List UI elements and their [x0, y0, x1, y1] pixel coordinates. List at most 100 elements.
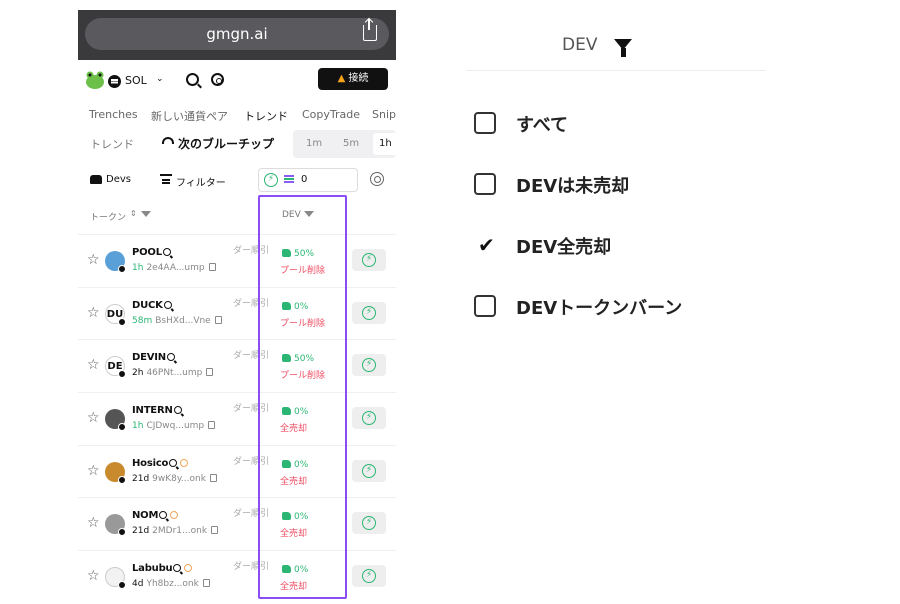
star-icon[interactable]: ☆ — [87, 464, 100, 478]
bolt-icon: ⚡ — [264, 173, 278, 187]
quick-buy-button[interactable]: ⚡ — [352, 407, 386, 430]
star-icon[interactable]: ☆ — [87, 306, 100, 320]
search-icon[interactable] — [166, 353, 175, 362]
timeframe-1h[interactable]: 1h — [373, 133, 396, 155]
dev-column-highlight — [258, 195, 347, 599]
gear-icon[interactable] — [211, 73, 224, 86]
copy-icon[interactable] — [202, 579, 210, 588]
col-token[interactable]: トークン — [90, 210, 126, 223]
token-symbol-text: Hosico — [132, 457, 169, 469]
star-icon[interactable]: ☆ — [87, 411, 100, 425]
table-row[interactable]: ☆ DE DEVIN 2h 46PNt...ump ダー順引 50% プール削除 ⚡ — [78, 339, 396, 392]
token-list: ☆ POOL 1h 2e4AA...ump ダー順引 50% プール削除 ⚡ ☆ DU DUCK 58… — [78, 234, 396, 603]
table-row[interactable]: ☆ INTERN 1h CJDwq...ump ダー順引 0% 全売却 ⚡ — [78, 392, 396, 445]
chain-selector[interactable]: SOL — [125, 74, 147, 87]
devs-toggle[interactable]: Devs — [106, 174, 131, 185]
timeframe-5m[interactable]: 5m — [343, 138, 359, 149]
search-icon[interactable] — [162, 248, 171, 256]
bolt-icon: ⚡ — [362, 569, 376, 584]
option-label: DEVは未売却 — [516, 176, 630, 197]
search-icon[interactable] — [186, 73, 199, 86]
token-symbol[interactable]: NOM — [132, 510, 179, 522]
frog-logo-icon[interactable] — [84, 70, 106, 90]
search-icon[interactable] — [159, 511, 168, 520]
checkbox[interactable] — [474, 112, 496, 134]
checkbox[interactable] — [474, 173, 496, 195]
address-bar[interactable]: gmgn.ai — [85, 18, 389, 50]
sub-nav: トレンド 次のブルーチップ 1m 5m 1h — [78, 130, 396, 158]
token-symbol[interactable]: Hosico — [132, 457, 189, 469]
tab-snipe[interactable]: Snip — [372, 108, 396, 121]
filter-button[interactable]: フィルター — [176, 174, 226, 189]
chain-badge-icon — [118, 581, 126, 590]
token-symbol-text: POOL — [132, 247, 162, 258]
option-label: DEVトークンバーン — [516, 298, 683, 319]
table-row[interactable]: ☆ Hosico 21d 9wK8y...onk ダー順引 0% 全売却 ⚡ — [78, 444, 396, 498]
devs-icon — [90, 175, 102, 184]
token-symbol-text: Labubu — [132, 563, 173, 575]
quickbuy-input[interactable]: ⚡ 0 — [258, 168, 358, 192]
tab-trenches[interactable]: Trenches — [89, 108, 138, 121]
chevron-down-icon[interactable]: ⌄ — [156, 74, 164, 84]
table-row[interactable]: ☆ POOL 1h 2e4AA...ump ダー順引 50% プール削除 ⚡ — [78, 234, 396, 287]
option-label: すべて — [516, 115, 569, 136]
token-address: 9wK8y...onk — [152, 473, 206, 484]
search-icon[interactable] — [169, 458, 178, 467]
connect-button[interactable]: ▲ 接続 — [318, 68, 388, 90]
copy-icon[interactable] — [211, 526, 219, 535]
token-filter-icon[interactable] — [141, 211, 151, 217]
star-icon[interactable]: ☆ — [87, 253, 100, 267]
subtab-bluechip[interactable]: 次のブルーチップ — [178, 135, 274, 152]
token-symbol[interactable]: INTERN — [132, 405, 182, 416]
copy-icon[interactable] — [208, 421, 216, 430]
sort-icon[interactable]: ⇕ — [130, 209, 137, 218]
search-icon[interactable] — [163, 300, 172, 309]
bolt-icon: ⚡ — [362, 253, 376, 267]
token-symbol[interactable]: Labubu — [132, 563, 193, 575]
quick-buy-button[interactable]: ⚡ — [352, 459, 386, 482]
token-age: 4d Yh8bz...onk — [132, 579, 210, 589]
copy-icon[interactable] — [208, 263, 216, 271]
star-icon[interactable]: ☆ — [87, 569, 100, 583]
star-icon[interactable]: ☆ — [87, 358, 100, 372]
checkbox[interactable] — [474, 295, 496, 317]
copy-icon[interactable] — [214, 315, 222, 324]
copy-icon[interactable] — [206, 368, 214, 377]
table-row[interactable]: ☆ Labubu 4d Yh8bz...onk ダー順引 0% 全売却 ⚡ — [78, 550, 396, 603]
copy-icon[interactable] — [209, 473, 217, 482]
quick-buy-button[interactable]: ⚡ — [352, 512, 386, 535]
token-address: 46PNt...ump — [146, 368, 203, 379]
token-symbol-text: NOM — [132, 510, 159, 522]
settings-icon[interactable] — [370, 172, 384, 186]
age-text: 21d — [132, 526, 150, 537]
timeframe-1m[interactable]: 1m — [306, 138, 322, 149]
star-icon[interactable]: ☆ — [87, 516, 100, 530]
tab-new-pairs[interactable]: 新しい通貨ペア — [151, 108, 228, 124]
main-tabs: Trenches 新しい通貨ペア トレンド CopyTrade Snip — [78, 106, 396, 124]
timeframe-selector: 1m 5m 1h — [293, 130, 396, 158]
filter-bar: Devs フィルター ⚡ 0 — [78, 168, 396, 194]
quick-buy-button[interactable]: ⚡ — [352, 301, 386, 324]
token-age: 21d 2MDr1...onk — [132, 526, 219, 537]
external-icon — [180, 458, 189, 467]
tab-copytrade[interactable]: CopyTrade — [302, 108, 360, 121]
table-row[interactable]: ☆ NOM 21d 2MDr1...onk ダー順引 0% 全売却 ⚡ — [78, 497, 396, 550]
chain-badge-icon — [118, 423, 126, 432]
subtab-trend[interactable]: トレンド — [90, 136, 134, 152]
token-symbol[interactable]: DEVIN — [132, 352, 175, 363]
token-age: 1h CJDwq...ump — [132, 421, 216, 431]
share-icon[interactable] — [363, 19, 377, 41]
age-text: 2h — [132, 368, 144, 379]
quick-buy-button[interactable]: ⚡ — [352, 354, 386, 377]
token-symbol[interactable]: POOL — [132, 247, 171, 258]
token-symbol[interactable]: DUCK — [132, 300, 172, 311]
quick-buy-button[interactable]: ⚡ — [352, 249, 386, 271]
tab-trend[interactable]: トレンド — [244, 108, 288, 124]
option-label: DEV全売却 — [516, 237, 612, 258]
token-address: BsHXd...Vne — [155, 315, 211, 326]
funnel-icon[interactable] — [614, 39, 632, 57]
search-icon[interactable] — [173, 564, 182, 573]
table-row[interactable]: ☆ DU DUCK 58m BsHXd...Vne ダー順引 0% プール削除 ⚡ — [78, 286, 396, 340]
quick-buy-button[interactable]: ⚡ — [352, 565, 386, 588]
search-icon[interactable] — [173, 406, 182, 415]
